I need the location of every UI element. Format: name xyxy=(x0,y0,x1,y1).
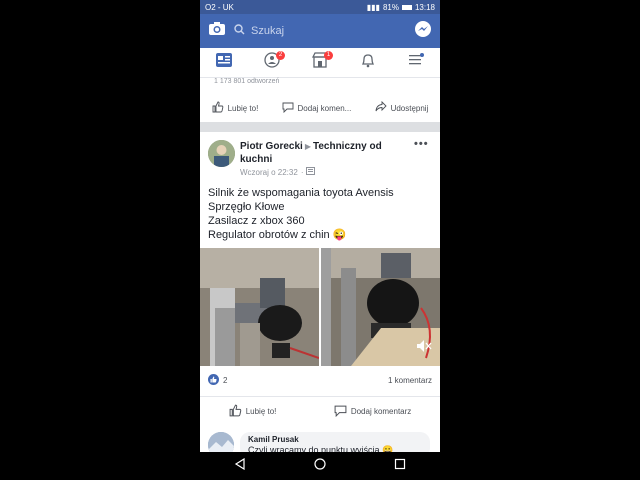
home-icon[interactable] xyxy=(314,457,326,475)
post-text-line: Zasilacz z xbox 360 xyxy=(208,215,305,227)
nav-marketplace[interactable]: 1 xyxy=(309,50,333,73)
post-meta: Wczoraj o 22:32 · xyxy=(240,167,316,177)
previous-post-views: 1 173 801 odtworzeń xyxy=(214,78,280,85)
feed-separator xyxy=(200,122,440,132)
thumbs-up-icon xyxy=(229,404,242,419)
prev-like-label: Lubię to! xyxy=(227,103,259,113)
marketplace-badge: 1 xyxy=(324,50,333,60)
messenger-icon[interactable] xyxy=(414,20,432,43)
post-timestamp[interactable]: Wczoraj o 22:32 xyxy=(240,168,298,177)
like-reaction-icon xyxy=(208,374,219,387)
status-bar: O2 - UK ▮▮▮ 81% 13:18 xyxy=(200,0,440,14)
signal-icon: ▮▮▮ xyxy=(366,2,380,12)
post-photos xyxy=(200,248,440,366)
nav-friends[interactable]: 2 xyxy=(261,50,285,73)
search-icon xyxy=(234,24,245,38)
comment-icon xyxy=(282,101,294,115)
battery-label: 81% xyxy=(382,2,399,12)
search-placeholder: Szukaj xyxy=(251,25,285,37)
post-text-line: Sprzęgło Kłowe xyxy=(208,201,285,213)
back-icon[interactable] xyxy=(234,457,246,475)
prev-comment-label: Dodaj komen... xyxy=(297,103,352,113)
share-icon xyxy=(375,100,387,115)
status-right: ▮▮▮ 81% 13:18 xyxy=(367,3,435,12)
prev-share-label: Udostępnij xyxy=(390,103,429,113)
post-actions: Lubię to! Dodaj komentarz xyxy=(200,396,440,426)
comment-button[interactable]: Dodaj komentarz xyxy=(334,404,411,419)
comment-label: Dodaj komentarz xyxy=(350,407,412,416)
post-text-line: Regulator obrotów z chin 😜 xyxy=(208,229,347,241)
prev-share-button[interactable]: Udostępnij xyxy=(375,100,429,115)
reactions-summary: 2 1 komentarz xyxy=(208,374,432,387)
main-nav: 2 1 xyxy=(200,48,440,78)
menu-icon xyxy=(408,53,424,72)
author-name[interactable]: Piotr Gorecki xyxy=(240,141,303,152)
comment-count[interactable]: 1 komentarz xyxy=(388,376,432,385)
news-feed-icon xyxy=(215,52,233,73)
nav-news-feed[interactable] xyxy=(213,53,235,73)
like-button[interactable]: Lubię to! xyxy=(229,404,277,419)
commenter-name[interactable]: Kamil Prusak xyxy=(248,435,422,444)
arrow-right-icon: ▶ xyxy=(304,142,311,151)
recents-icon[interactable] xyxy=(394,457,406,475)
nav-menu[interactable] xyxy=(405,53,427,73)
carrier-label: O2 - UK xyxy=(205,2,234,12)
bell-icon xyxy=(360,52,376,73)
top-bar: Szukaj xyxy=(200,14,440,48)
friends-badge: 2 xyxy=(276,50,285,60)
camera-icon[interactable] xyxy=(208,21,226,41)
time-label: 13:18 xyxy=(414,2,435,12)
prev-like-button[interactable]: Lubię to! xyxy=(212,101,259,115)
previous-post-actions: Lubię to! Dodaj komen... Udostępnij xyxy=(200,94,440,122)
battery-icon xyxy=(401,4,412,10)
comment-icon xyxy=(334,404,347,419)
group-privacy-icon xyxy=(306,167,316,177)
author-avatar[interactable] xyxy=(208,140,235,167)
post-text: Silnik że wspomagania toyota Avensis Spr… xyxy=(208,186,436,242)
post-video[interactable] xyxy=(321,248,440,366)
post-photo[interactable] xyxy=(200,248,319,366)
android-nav-bar xyxy=(200,452,440,480)
reaction-count: 2 xyxy=(223,376,228,385)
prev-comment-button[interactable]: Dodaj komen... xyxy=(282,101,352,115)
post-header: Piotr Gorecki ▶ Techniczny od kuchni xyxy=(240,140,410,166)
thumbs-up-icon xyxy=(212,101,224,115)
search-input[interactable]: Szukaj xyxy=(234,24,406,38)
post-text-line: Silnik że wspomagania toyota Avensis xyxy=(208,187,394,199)
mute-icon[interactable] xyxy=(416,339,432,358)
more-options-icon[interactable]: ••• xyxy=(414,138,429,150)
phone-screen: O2 - UK ▮▮▮ 81% 13:18 Szukaj 2 1 1 173 8… xyxy=(200,0,440,480)
reaction-count-button[interactable]: 2 xyxy=(208,374,227,387)
nav-notifications[interactable] xyxy=(357,53,379,73)
like-label: Lubię to! xyxy=(245,407,277,416)
